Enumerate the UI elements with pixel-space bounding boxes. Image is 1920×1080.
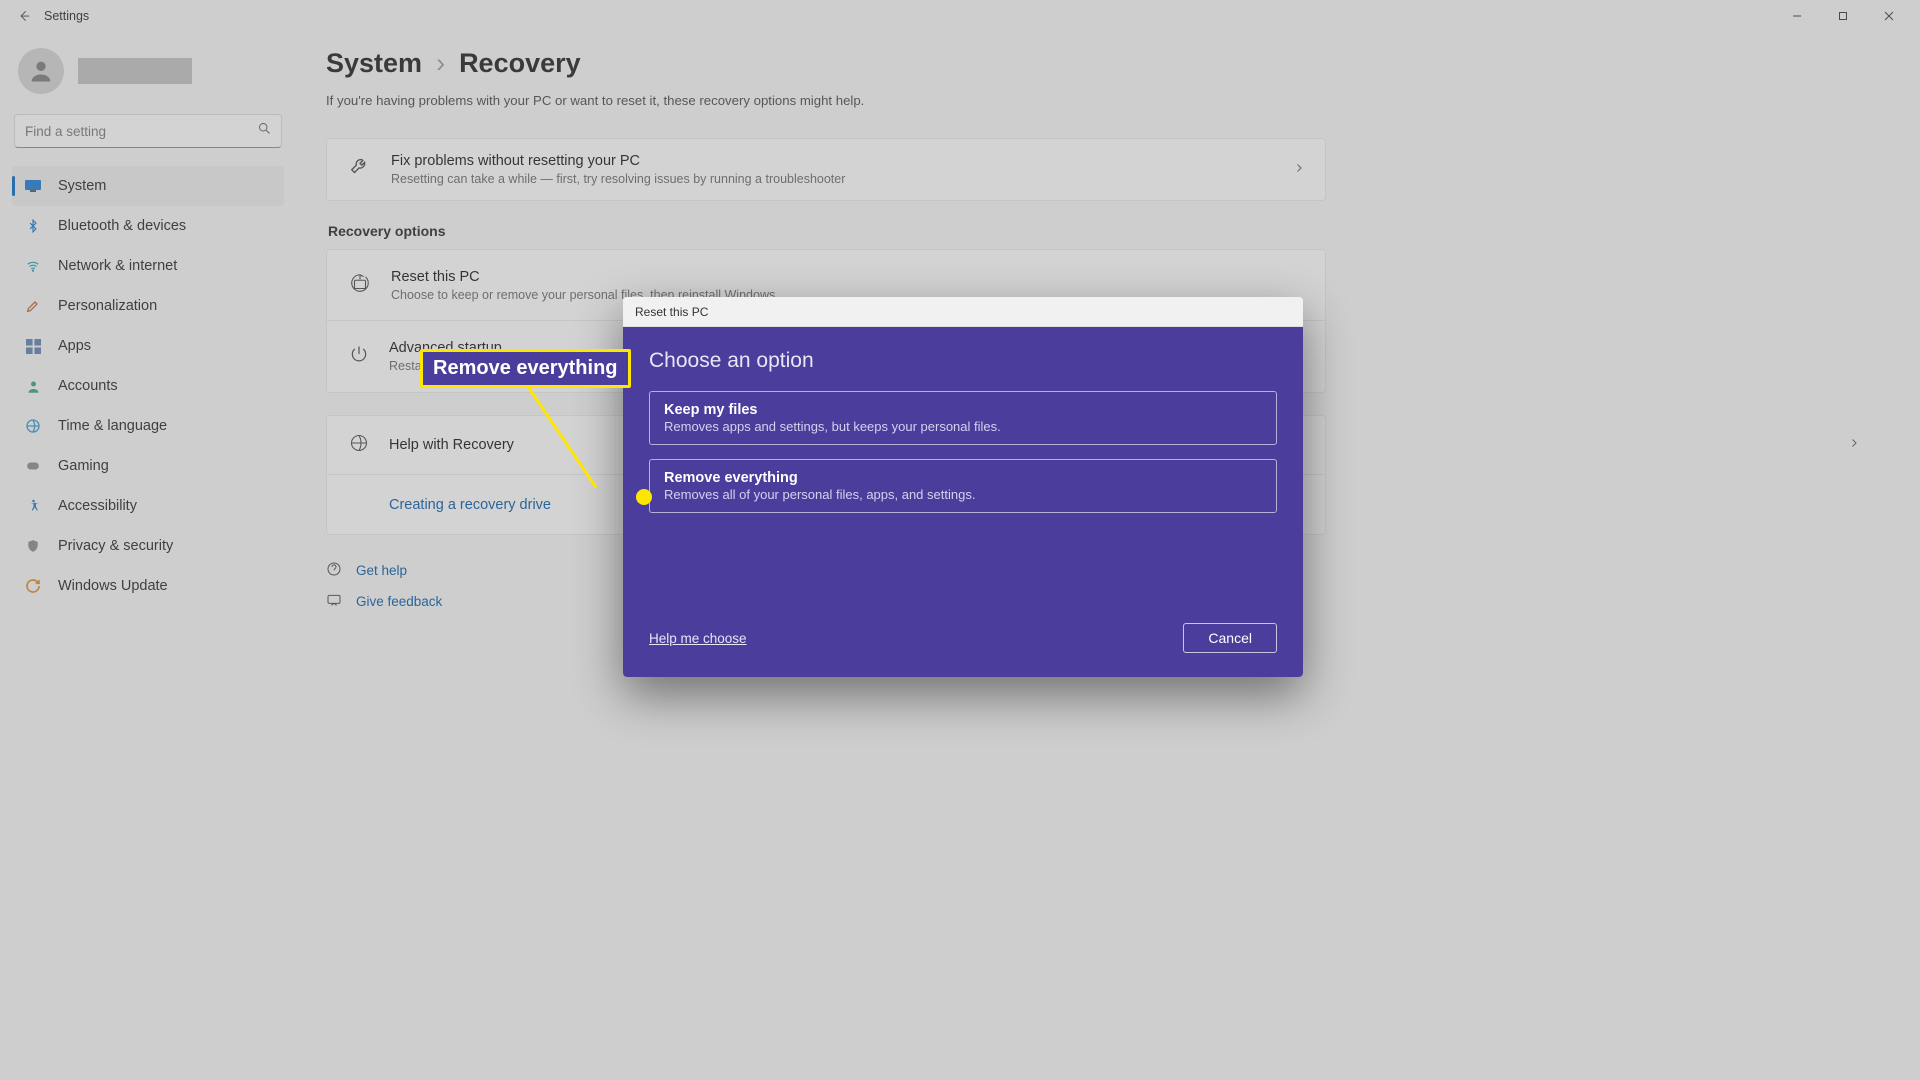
user-block[interactable] — [12, 40, 284, 114]
window-buttons — [1774, 0, 1912, 32]
sidebar-item-accounts[interactable]: Accounts — [12, 366, 284, 406]
card-fix-problems[interactable]: Fix problems without resetting your PC R… — [326, 138, 1326, 201]
system-icon — [24, 180, 42, 192]
sidebar-item-label: Privacy & security — [58, 538, 173, 554]
sidebar-item-gaming[interactable]: Gaming — [12, 446, 284, 486]
troubleshoot-icon — [349, 156, 371, 183]
bluetooth-icon — [24, 218, 42, 234]
chevron-right-icon — [1848, 436, 1860, 454]
reset-pc-dialog: Reset this PC Choose an option Keep my f… — [623, 297, 1303, 677]
search-wrap — [14, 114, 282, 148]
sidebar: System Bluetooth & devices Network & int… — [12, 40, 284, 606]
sidebar-item-privacy[interactable]: Privacy & security — [12, 526, 284, 566]
search-input[interactable] — [14, 114, 282, 148]
avatar — [18, 48, 64, 94]
card-title: Help with Recovery — [389, 437, 514, 453]
minimize-button[interactable] — [1774, 0, 1820, 32]
sidebar-item-label: Windows Update — [58, 578, 168, 594]
sidebar-item-time[interactable]: Time & language — [12, 406, 284, 446]
sidebar-item-label: Accounts — [58, 378, 118, 394]
close-button[interactable] — [1866, 0, 1912, 32]
chevron-right-icon: › — [436, 48, 445, 79]
window-title: Settings — [44, 9, 89, 23]
sidebar-item-accessibility[interactable]: Accessibility — [12, 486, 284, 526]
search-icon — [257, 121, 272, 141]
brush-icon — [24, 298, 42, 314]
globe-icon — [349, 433, 369, 458]
sidebar-item-system[interactable]: System — [12, 166, 284, 206]
sidebar-item-label: Apps — [58, 338, 91, 354]
card-title: Reset this PC — [391, 269, 775, 285]
sidebar-item-label: System — [58, 178, 106, 194]
page-subtitle: If you're having problems with your PC o… — [326, 93, 1880, 108]
sidebar-item-label: Time & language — [58, 418, 167, 434]
reset-icon — [349, 272, 371, 299]
sidebar-item-update[interactable]: Windows Update — [12, 566, 284, 606]
option-remove-everything[interactable]: Remove everything Removes all of your pe… — [649, 459, 1277, 513]
sidebar-item-apps[interactable]: Apps — [12, 326, 284, 366]
update-icon — [24, 578, 42, 594]
sidebar-item-bluetooth[interactable]: Bluetooth & devices — [12, 206, 284, 246]
option-title: Keep my files — [664, 402, 1262, 418]
sidebar-item-label: Bluetooth & devices — [58, 218, 186, 234]
dialog-heading: Choose an option — [649, 349, 1277, 373]
apps-icon — [24, 339, 42, 354]
titlebar: Settings — [0, 0, 1920, 32]
accessibility-icon — [24, 498, 42, 514]
clock-globe-icon — [24, 418, 42, 434]
option-title: Remove everything — [664, 470, 1262, 486]
username-redacted — [78, 58, 192, 84]
sidebar-item-label: Network & internet — [58, 258, 177, 274]
callout-annotation: Remove everything — [420, 349, 631, 388]
gaming-icon — [24, 459, 42, 473]
back-button[interactable] — [8, 0, 40, 32]
wifi-icon — [24, 259, 42, 273]
card-title: Fix problems without resetting your PC — [391, 153, 845, 169]
breadcrumb-root[interactable]: System — [326, 48, 422, 79]
sidebar-item-label: Gaming — [58, 458, 109, 474]
callout-label: Remove everything — [420, 349, 631, 388]
option-desc: Removes apps and settings, but keeps you… — [664, 419, 1262, 434]
power-icon — [349, 344, 369, 369]
maximize-button[interactable] — [1820, 0, 1866, 32]
link-create-recovery-drive[interactable]: Creating a recovery drive — [389, 497, 551, 513]
person-icon — [24, 379, 42, 394]
cancel-button[interactable]: Cancel — [1183, 623, 1277, 653]
option now option-keep-files[interactable]: Keep my files Removes apps and settings,… — [649, 391, 1277, 445]
dialog-body: Choose an option Keep my files Removes a… — [623, 327, 1303, 677]
dialog-titlebar: Reset this PC — [623, 297, 1303, 327]
link-label: Give feedback — [356, 594, 442, 609]
option-desc: Removes all of your personal files, apps… — [664, 487, 1262, 502]
nav: System Bluetooth & devices Network & int… — [12, 166, 284, 606]
sidebar-item-personalization[interactable]: Personalization — [12, 286, 284, 326]
chevron-right-icon — [1293, 161, 1305, 179]
sidebar-item-label: Accessibility — [58, 498, 137, 514]
sidebar-item-network[interactable]: Network & internet — [12, 246, 284, 286]
help-icon — [326, 561, 342, 580]
link-label: Get help — [356, 563, 407, 578]
page-title: Recovery — [459, 48, 581, 79]
dialog-title: Reset this PC — [635, 305, 708, 319]
breadcrumb: System › Recovery — [326, 48, 1880, 79]
dialog-footer: Help me choose Cancel — [649, 623, 1277, 653]
section-label: Recovery options — [328, 223, 1880, 239]
sidebar-item-label: Personalization — [58, 298, 157, 314]
help-me-choose-link[interactable]: Help me choose — [649, 631, 747, 646]
feedback-icon — [326, 592, 342, 611]
callout-dot — [636, 489, 652, 505]
card-desc: Resetting can take a while — first, try … — [391, 172, 845, 186]
shield-icon — [24, 538, 42, 554]
